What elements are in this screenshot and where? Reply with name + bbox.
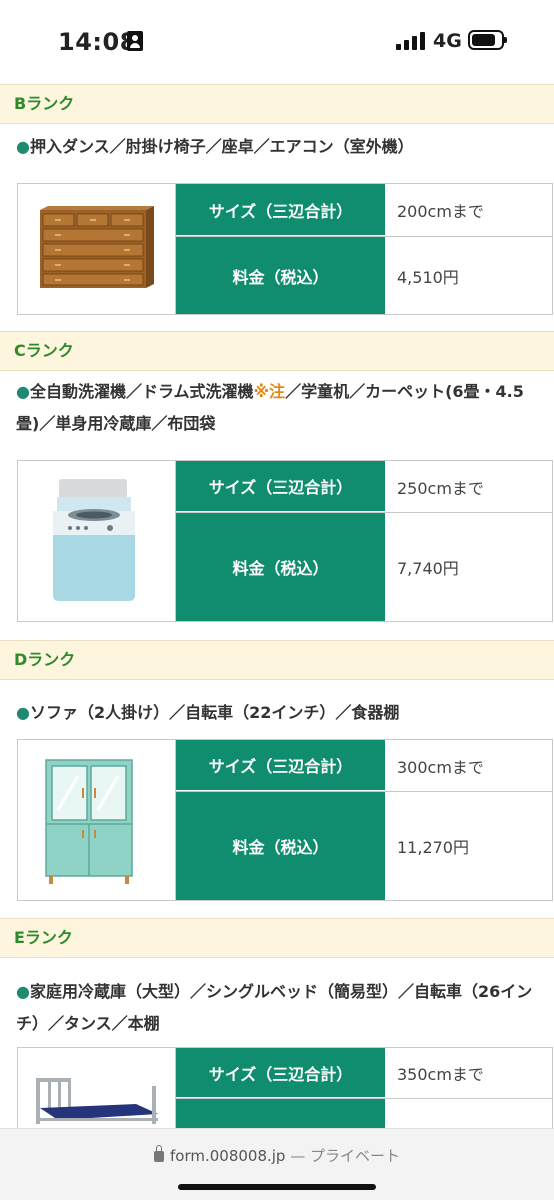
rank-info-box: サイズ（三辺合計） 200cmまで 料金（税込） 4,510円: [17, 183, 553, 315]
status-bar: 14:08 4G: [0, 0, 554, 84]
rank-title: Dランク: [0, 640, 554, 680]
price-label: 料金（税込）: [176, 792, 385, 900]
cupboard-image: [18, 740, 176, 900]
price-value: 11,270円: [397, 838, 469, 857]
size-label: サイズ（三辺合計）: [176, 1048, 385, 1099]
price-label: 料金（税込）: [176, 513, 385, 621]
price-label: [176, 1099, 385, 1128]
battery-icon: [468, 30, 507, 50]
rank-title: Cランク: [0, 331, 554, 371]
rank-items: ●家庭用冷蔵庫（大型）／シングルベッド（簡易型）／自転車（26インチ）／タンス／…: [0, 958, 554, 1040]
rank-title: Bランク: [0, 84, 554, 124]
status-time: 14:08: [58, 28, 137, 56]
note-marker[interactable]: ※注: [254, 382, 286, 401]
size-row: サイズ（三辺合計） 300cmまで: [176, 740, 552, 792]
washing-machine-image: [18, 461, 176, 621]
price-value: 7,740円: [397, 559, 459, 578]
lock-icon: [153, 1145, 164, 1162]
rank-info-box: サイズ（三辺合計） 250cmまで 料金（税込） 7,740円: [17, 460, 553, 622]
bed-image: [18, 1048, 176, 1128]
size-label: サイズ（三辺合計）: [176, 740, 385, 791]
rank-items: ●押入ダンス／肘掛け椅子／座卓／エアコン（室外機）: [0, 124, 554, 163]
network-type: 4G: [433, 30, 462, 52]
rank-section-e: Eランク ●家庭用冷蔵庫（大型）／シングルベッド（簡易型）／自転車（26インチ）…: [0, 918, 554, 1040]
url-text: form.008008.jp: [169, 1147, 286, 1165]
price-row: 料金（税込） 4,510円: [176, 237, 552, 314]
item-list: 押入ダンス／肘掛け椅子／座卓／エアコン（室外機）: [29, 137, 414, 156]
size-value: 200cmまで: [397, 202, 484, 221]
url-display[interactable]: form.008008.jp — プライベート: [0, 1145, 554, 1166]
rank-info-box: サイズ（三辺合計） 300cmまで 料金（税込） 11,270円: [17, 739, 553, 901]
price-row: [176, 1099, 552, 1128]
bullet-dot-icon: ●: [16, 137, 30, 156]
person-id-icon: [127, 31, 143, 51]
rank-section-c: Cランク ●全自動洗濯機／ドラム式洗濯機※注／学童机／カーペット(6畳・4.5畳…: [0, 331, 554, 440]
browser-address-bar[interactable]: form.008008.jp — プライベート: [0, 1128, 554, 1200]
rank-info-box: サイズ（三辺合計） 350cmまで: [17, 1047, 553, 1128]
size-label: サイズ（三辺合計）: [176, 184, 385, 236]
private-mode-label: — プライベート: [290, 1147, 401, 1165]
size-value: 250cmまで: [397, 478, 484, 498]
price-value: 4,510円: [397, 267, 459, 287]
price-row: 料金（税込） 7,740円: [176, 513, 552, 621]
price-value: [385, 1099, 552, 1128]
rank-items: ●ソファ（2人掛け）／自転車（22インチ）／食器棚: [0, 680, 554, 729]
item-list: ソファ（2人掛け）／自転車（22インチ）／食器棚: [29, 703, 400, 722]
chest-of-drawers-image: [18, 184, 176, 314]
cellular-signal-icon: [396, 32, 426, 50]
price-row: 料金（税込） 11,270円: [176, 792, 552, 900]
rank-section-d: Dランク ●ソファ（2人掛け）／自転車（22インチ）／食器棚: [0, 640, 554, 729]
size-row: サイズ（三辺合計） 200cmまで: [176, 184, 552, 237]
size-label: サイズ（三辺合計）: [176, 461, 385, 512]
size-value: 350cmまで: [397, 1065, 484, 1085]
size-row: サイズ（三辺合計） 250cmまで: [176, 461, 552, 513]
bullet-dot-icon: ●: [16, 982, 30, 1001]
item-list: 全自動洗濯機／ドラム式洗濯機: [29, 382, 254, 401]
price-label: 料金（税込）: [176, 237, 385, 314]
size-value: 300cmまで: [397, 757, 484, 777]
bullet-dot-icon: ●: [16, 703, 30, 722]
home-indicator[interactable]: [178, 1184, 376, 1190]
rank-section-b: Bランク ●押入ダンス／肘掛け椅子／座卓／エアコン（室外機）: [0, 84, 554, 163]
rank-items: ●全自動洗濯機／ドラム式洗濯機※注／学童机／カーペット(6畳・4.5畳)／単身用…: [0, 371, 554, 440]
bullet-dot-icon: ●: [16, 382, 30, 401]
rank-title: Eランク: [0, 918, 554, 958]
size-row: サイズ（三辺合計） 350cmまで: [176, 1048, 552, 1100]
item-list: 家庭用冷蔵庫（大型）／シングルベッド（簡易型）／自転車（26インチ）／タンス／本…: [16, 982, 533, 1033]
